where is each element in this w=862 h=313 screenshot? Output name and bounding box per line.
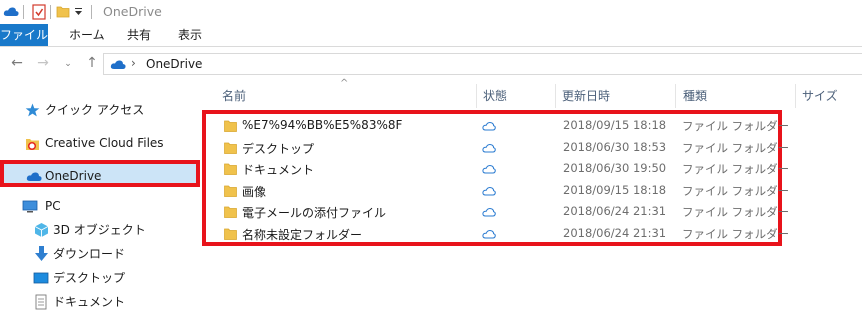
file-row[interactable]: %E7%94%BB%E5%83%8F 2018/09/15 18:18 ファイル フ… bbox=[206, 115, 789, 136]
folder-icon bbox=[224, 227, 237, 243]
file-modified: 2018/06/24 21:31 bbox=[563, 225, 667, 240]
separator bbox=[91, 5, 92, 19]
file-row[interactable]: 電子メールの添付ファイル 2018/06/24 21:31 ファイル フォルダー bbox=[206, 201, 789, 222]
nav-item-3d-objects[interactable]: 3D オブジェクト bbox=[0, 219, 200, 241]
nav-label: ドキュメント bbox=[53, 295, 126, 309]
folder-icon bbox=[224, 162, 237, 178]
new-folder-icon[interactable] bbox=[56, 5, 70, 18]
file-type: ファイル フォルダー bbox=[682, 119, 790, 133]
window-title: OneDrive bbox=[103, 4, 162, 19]
nav-label: Creative Cloud Files bbox=[45, 136, 164, 150]
cloud-status-icon bbox=[482, 120, 496, 134]
file-row[interactable]: ドキュメント 2018/06/30 19:50 ファイル フォルダー bbox=[206, 158, 789, 179]
sort-arrow-icon: ^ bbox=[340, 78, 349, 89]
quick-access-toolbar-dropdown-icon[interactable] bbox=[75, 8, 83, 16]
nav-item-creative-cloud[interactable]: Creative Cloud Files bbox=[0, 132, 200, 154]
onedrive-cloud-icon bbox=[3, 7, 19, 16]
nav-item-quick-access[interactable]: クイック アクセス bbox=[0, 99, 200, 121]
file-name: 画像 bbox=[242, 184, 267, 199]
onedrive-cloud-icon bbox=[26, 172, 42, 181]
nav-label: 3D オブジェクト bbox=[53, 223, 146, 237]
address-bar[interactable] bbox=[103, 53, 862, 75]
title-bar: OneDrive bbox=[0, 0, 862, 24]
column-header-size[interactable]: サイズ bbox=[802, 87, 838, 105]
desktop-icon bbox=[33, 272, 49, 284]
file-type: ファイル フォルダー bbox=[682, 226, 790, 241]
column-header-name[interactable]: 名前 bbox=[222, 87, 246, 105]
file-row[interactable]: デスクトップ 2018/06/30 18:53 ファイル フォルダー bbox=[206, 137, 789, 158]
pc-icon bbox=[22, 200, 38, 213]
column-header-modified[interactable]: 更新日時 bbox=[562, 87, 610, 105]
column-divider[interactable] bbox=[675, 84, 676, 108]
star-icon bbox=[25, 103, 40, 117]
download-arrow-icon bbox=[35, 246, 48, 261]
separator bbox=[50, 5, 51, 19]
folder-icon bbox=[224, 141, 237, 157]
file-type: ファイル フォルダー bbox=[682, 205, 790, 219]
file-modified: 2018/09/15 18:18 bbox=[563, 118, 667, 132]
file-type: ファイル フォルダー bbox=[682, 162, 790, 176]
tab-home[interactable]: ホーム bbox=[69, 24, 105, 46]
nav-label: クイック アクセス bbox=[45, 103, 145, 117]
recent-locations-icon[interactable]: ⌄ bbox=[61, 59, 75, 77]
file-modified: 2018/06/30 18:53 bbox=[563, 139, 667, 154]
cloud-status-icon bbox=[482, 163, 496, 177]
nav-item-onedrive[interactable]: OneDrive bbox=[0, 160, 200, 187]
tab-view[interactable]: 表示 bbox=[178, 24, 202, 46]
nav-label: OneDrive bbox=[45, 169, 102, 183]
file-type: ファイル フォルダー bbox=[682, 183, 790, 198]
cloud-status-icon bbox=[482, 206, 496, 220]
breadcrumb-chevron-icon[interactable]: › bbox=[131, 56, 136, 70]
cloud-status-icon bbox=[482, 185, 496, 199]
forward-button[interactable]: → bbox=[34, 55, 52, 73]
tab-file[interactable]: ファイル bbox=[0, 24, 48, 46]
file-name: ドキュメント bbox=[242, 163, 315, 177]
file-modified: 2018/06/30 19:50 bbox=[563, 161, 667, 175]
column-header-status[interactable]: 状態 bbox=[483, 87, 507, 105]
column-divider[interactable] bbox=[555, 84, 556, 108]
back-button[interactable]: ← bbox=[8, 55, 26, 73]
separator bbox=[23, 5, 24, 19]
column-header-type[interactable]: 種類 bbox=[683, 87, 707, 105]
breadcrumb-onedrive[interactable]: OneDrive bbox=[146, 57, 202, 71]
file-name: %E7%94%BB%E5%83%8F bbox=[242, 118, 403, 132]
nav-item-downloads[interactable]: ダウンロード bbox=[0, 243, 200, 265]
onedrive-cloud-icon bbox=[110, 60, 126, 69]
file-row[interactable]: 画像 2018/09/15 18:18 ファイル フォルダー bbox=[206, 180, 789, 201]
folder-icon bbox=[224, 184, 237, 200]
folder-icon bbox=[224, 119, 237, 135]
file-row[interactable]: 名称未設定フォルダー 2018/06/24 21:31 ファイル フォルダー bbox=[206, 223, 789, 244]
file-name: 名称未設定フォルダー bbox=[242, 227, 363, 242]
file-name: デスクトップ bbox=[242, 141, 315, 156]
column-divider[interactable] bbox=[476, 84, 477, 108]
properties-icon[interactable] bbox=[32, 4, 46, 20]
file-name: 電子メールの添付ファイル bbox=[242, 206, 387, 220]
3d-objects-icon bbox=[34, 223, 49, 237]
creative-cloud-folder-icon bbox=[26, 139, 39, 151]
nav-item-desktop[interactable]: デスクトップ bbox=[0, 267, 200, 289]
folder-icon bbox=[224, 205, 237, 221]
nav-label: ダウンロード bbox=[53, 247, 126, 261]
document-icon bbox=[35, 294, 47, 310]
column-divider[interactable] bbox=[795, 84, 796, 108]
cloud-status-icon bbox=[482, 228, 496, 242]
file-modified: 2018/06/24 21:31 bbox=[563, 204, 667, 218]
file-type: ファイル フォルダー bbox=[682, 140, 790, 155]
up-button[interactable]: ↑ bbox=[83, 55, 101, 73]
nav-label: PC bbox=[45, 199, 61, 213]
nav-item-documents[interactable]: ドキュメント bbox=[0, 291, 200, 313]
nav-label: デスクトップ bbox=[53, 271, 126, 285]
file-modified: 2018/09/15 18:18 bbox=[563, 182, 667, 197]
cloud-status-icon bbox=[482, 142, 496, 156]
nav-item-pc[interactable]: PC bbox=[0, 195, 200, 217]
tab-share[interactable]: 共有 bbox=[127, 24, 151, 46]
